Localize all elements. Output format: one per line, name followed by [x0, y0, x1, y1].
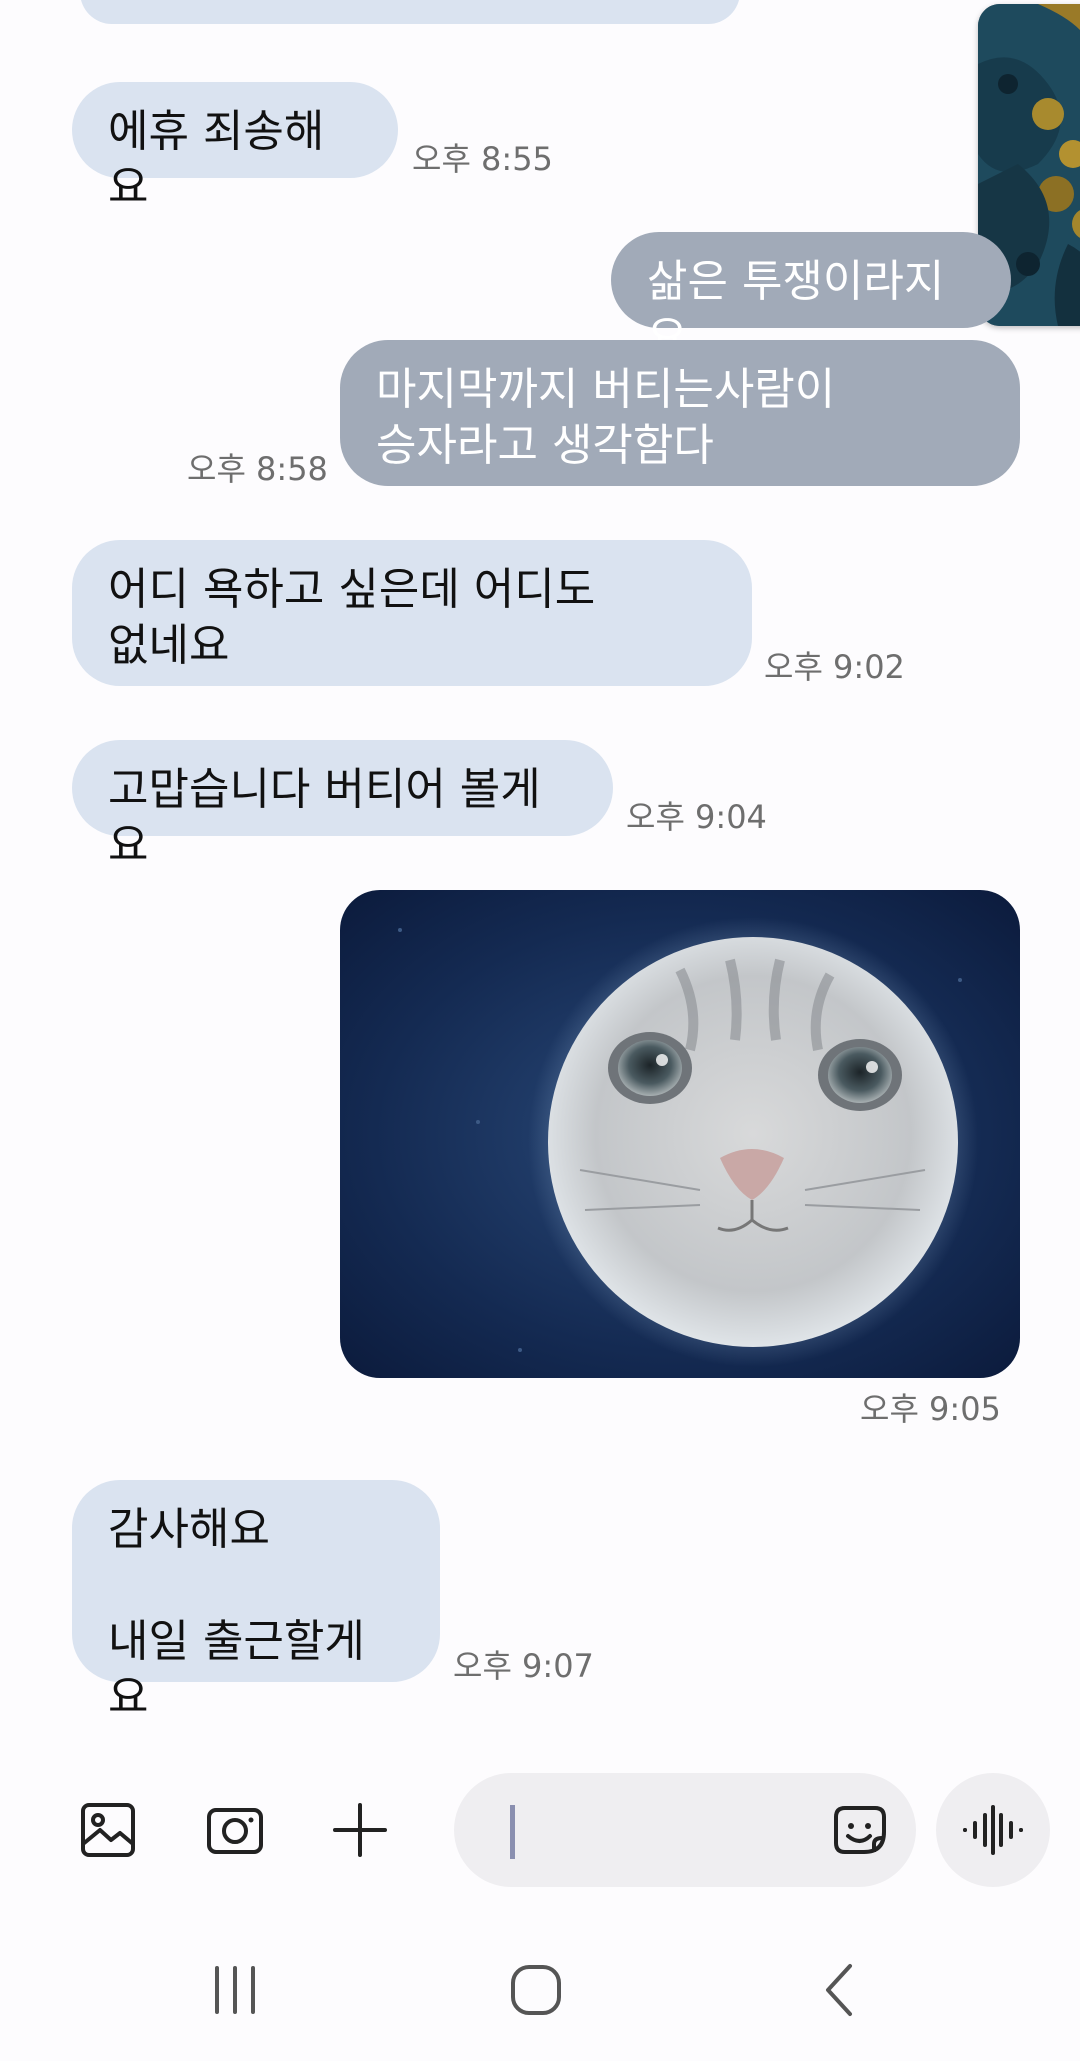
message-bubble-outgoing[interactable]: 삶은 투쟁이라지요 — [611, 232, 1011, 363]
message-timestamp: 오후 8:55 — [412, 140, 553, 178]
gallery-icon[interactable] — [68, 1790, 148, 1870]
message-bubble-incoming[interactable]: 고맙습니다 버티어 볼게요 — [72, 740, 613, 871]
message-bubble-incoming[interactable]: 감사해요 내일 출근할게요 — [72, 1480, 440, 1723]
camera-icon[interactable] — [195, 1790, 275, 1870]
message-timestamp: 오후 9:07 — [453, 1647, 594, 1685]
cat-face-moon-image[interactable] — [340, 890, 1020, 1378]
message-bubble-incoming[interactable]: 에휴 죄송해요 — [72, 82, 398, 213]
partial-message-bubble[interactable] — [80, 0, 740, 24]
message-input-field[interactable] — [454, 1773, 916, 1887]
message-timestamp: 오후 9:04 — [626, 798, 767, 836]
home-icon[interactable] — [476, 1950, 596, 2030]
message-timestamp: 오후 9:02 — [764, 648, 905, 686]
text-caret — [510, 1805, 515, 1859]
message-composer — [0, 1760, 1080, 1900]
plus-icon[interactable] — [320, 1790, 400, 1870]
chat-screen: 에휴 죄송해요 오후 8:55 삶은 투쟁이라지요 마지막까지 버티는사람이 승… — [0, 0, 1080, 2061]
message-bubble-outgoing[interactable]: 마지막까지 버티는사람이 승자라고 생각함다 — [340, 340, 1020, 486]
message-timestamp: 오후 9:05 — [860, 1390, 1001, 1428]
voice-waveform-icon[interactable] — [936, 1773, 1050, 1887]
system-navigation-bar — [0, 1920, 1080, 2061]
message-bubble-incoming[interactable]: 어디 욕하고 싶은데 어디도 없네요 — [72, 540, 752, 686]
recent-apps-icon[interactable] — [175, 1950, 295, 2030]
message-timestamp: 오후 8:58 — [187, 450, 328, 488]
back-icon[interactable] — [780, 1950, 900, 2030]
sticker-emoji-icon[interactable] — [820, 1790, 900, 1870]
